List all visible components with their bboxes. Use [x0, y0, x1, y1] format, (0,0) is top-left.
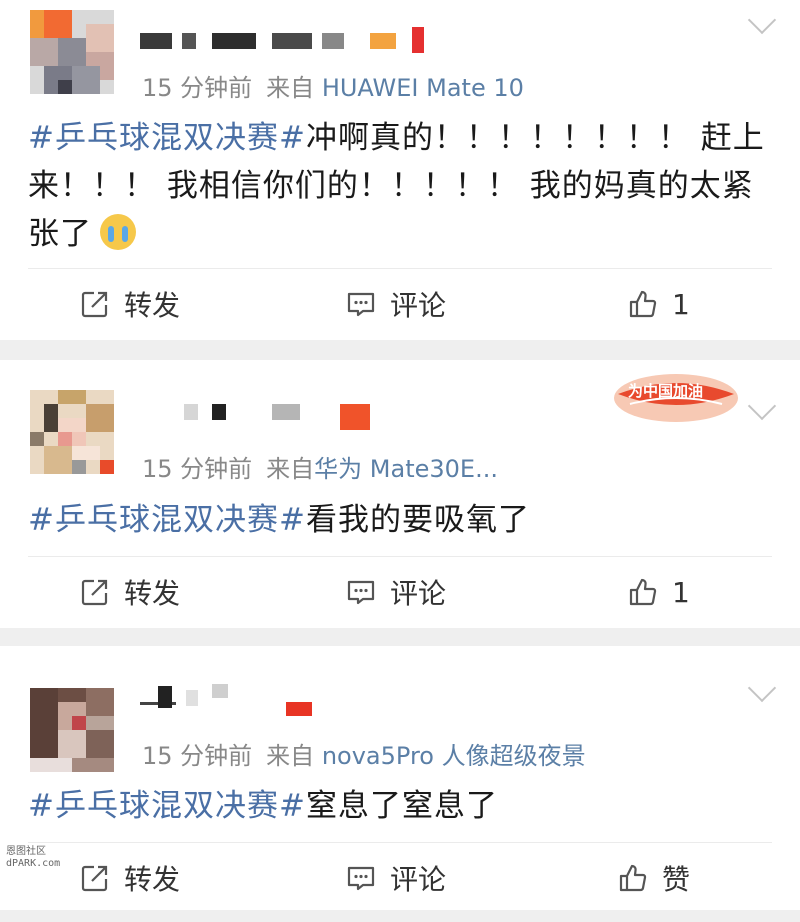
- comment-button[interactable]: 评论: [346, 850, 446, 906]
- body-line: 看我的要吸氧了: [305, 502, 530, 538]
- action-bar: 转发 评论 1: [0, 564, 800, 620]
- source-device[interactable]: nova5Pro 人像超级夜景: [322, 742, 586, 770]
- repost-icon: [80, 289, 110, 319]
- topic-link[interactable]: #乒乓球混双决赛#: [28, 788, 306, 824]
- post-card: 15 分钟前 来自 nova5Pro 人像超级夜景 #乒乓球混双决赛#窒息了窒息了…: [0, 646, 800, 910]
- topic-link[interactable]: #乒乓球混双决赛#: [28, 120, 306, 156]
- post-body: #乒乓球混双决赛#看我的要吸氧了: [28, 496, 768, 544]
- chevron-down-icon[interactable]: [747, 5, 777, 35]
- crying-face-icon: [100, 214, 136, 250]
- source-device[interactable]: HUAWEI Mate 10: [322, 74, 524, 102]
- comment-label: 评论: [390, 289, 447, 322]
- repost-label: 转发: [124, 863, 181, 896]
- avatar[interactable]: [30, 390, 114, 474]
- like-button[interactable]: 1: [628, 276, 690, 332]
- comment-icon: [346, 577, 376, 607]
- comment-label: 评论: [390, 863, 447, 896]
- chevron-down-icon[interactable]: [747, 391, 777, 421]
- like-icon: [618, 863, 648, 893]
- post-meta: 15 分钟前 来自 HUAWEI Mate 10: [142, 68, 524, 103]
- like-icon: [628, 577, 658, 607]
- repost-button[interactable]: 转发: [80, 276, 180, 332]
- repost-icon: [80, 577, 110, 607]
- body-line: 张了: [28, 216, 92, 252]
- body-line: 冲啊真的！！！！！！！！ 赶上: [305, 120, 765, 156]
- body-line: 来！！！ 我相信你们的！！！！！ 我的妈真的太紧: [28, 168, 754, 204]
- like-label: 赞: [662, 863, 691, 896]
- weibo-feed: 15 分钟前 来自 HUAWEI Mate 10 #乒乓球混双决赛#冲啊真的！！！…: [0, 0, 800, 922]
- from-label: 来自: [266, 455, 315, 483]
- from-label: 来自: [266, 74, 315, 102]
- comment-icon: [346, 289, 376, 319]
- comment-label: 评论: [390, 577, 447, 610]
- action-bar: 转发 评论 1: [0, 276, 800, 332]
- post-time: 15 分钟前: [142, 455, 253, 483]
- like-count: 1: [672, 287, 690, 321]
- chevron-down-icon[interactable]: [747, 673, 777, 703]
- watermark-line: dPARK.com: [6, 858, 61, 869]
- post-card: 15 分钟前 来自 HUAWEI Mate 10 #乒乓球混双决赛#冲啊真的！！！…: [0, 0, 800, 340]
- like-button[interactable]: 赞: [618, 850, 690, 906]
- source-device[interactable]: 华为 Mate30E...: [314, 455, 498, 483]
- from-label: 来自: [266, 742, 315, 770]
- divider: [28, 556, 772, 557]
- avatar[interactable]: [30, 10, 114, 94]
- like-button[interactable]: 1: [628, 564, 690, 620]
- topic-link[interactable]: #乒乓球混双决赛#: [28, 502, 306, 538]
- comment-button[interactable]: 评论: [346, 564, 446, 620]
- repost-button[interactable]: 转发: [80, 564, 180, 620]
- body-line: 窒息了窒息了: [305, 788, 498, 824]
- post-meta: 15 分钟前 来自 nova5Pro 人像超级夜景: [142, 736, 586, 771]
- comment-button[interactable]: 评论: [346, 276, 446, 332]
- post-time: 15 分钟前: [142, 74, 253, 102]
- post-card: 为中国加油 15 分钟前 来自华为 Mate30E... #乒乓球混双决赛#看我的…: [0, 360, 800, 628]
- repost-icon: [80, 863, 110, 893]
- like-count: 1: [672, 575, 690, 609]
- divider: [28, 842, 772, 843]
- post-body: #乒乓球混双决赛#冲啊真的！！！！！！！！ 赶上 来！！！ 我相信你们的！！！！…: [28, 114, 768, 258]
- campaign-badge[interactable]: 为中国加油: [610, 364, 740, 424]
- avatar[interactable]: [30, 688, 114, 772]
- comment-icon: [346, 863, 376, 893]
- repost-label: 转发: [124, 289, 181, 322]
- repost-label: 转发: [124, 577, 181, 610]
- watermark: 恩图社区 dPARK.com: [6, 846, 60, 870]
- post-body: #乒乓球混双决赛#窒息了窒息了: [28, 782, 768, 830]
- badge-text: 为中国加油: [628, 382, 704, 400]
- divider: [28, 268, 772, 269]
- post-time: 15 分钟前: [142, 742, 253, 770]
- action-bar: 转发 评论 赞: [0, 850, 800, 906]
- post-meta: 15 分钟前 来自华为 Mate30E...: [142, 449, 498, 484]
- watermark-line: 恩图社区: [6, 846, 46, 857]
- like-icon: [628, 289, 658, 319]
- repost-button[interactable]: 转发: [80, 850, 180, 906]
